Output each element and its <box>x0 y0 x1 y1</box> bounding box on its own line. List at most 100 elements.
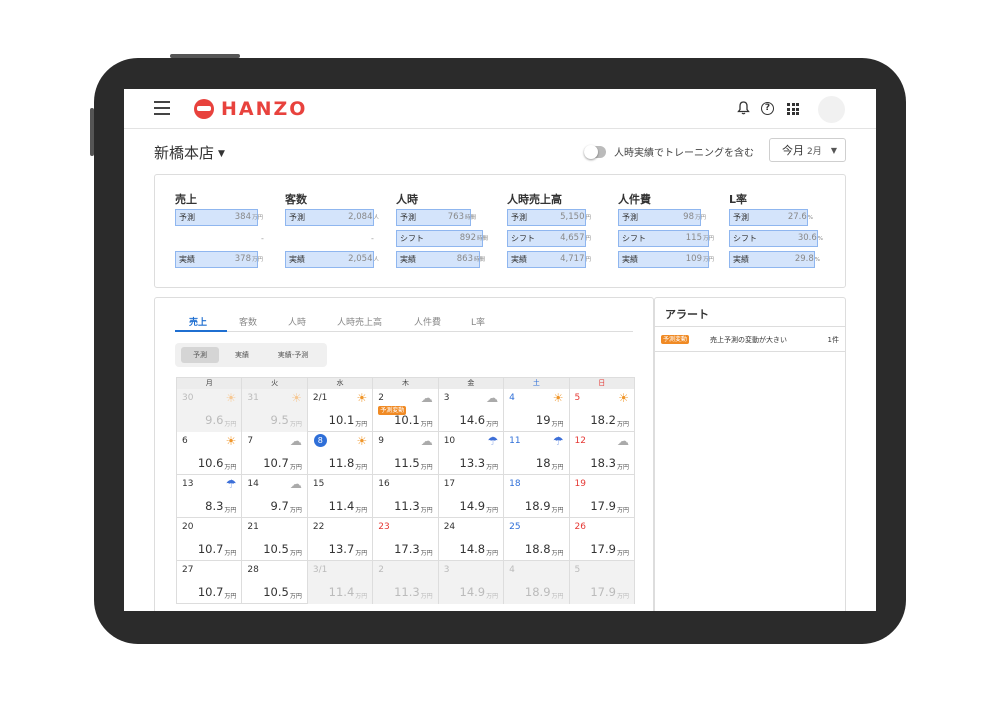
day-value: 10.1 <box>394 413 420 427</box>
calendar-day-cell[interactable]: 7 ☁ 10.7 万円 <box>242 432 308 475</box>
metric-bar-value: 115万円 <box>686 233 714 243</box>
segment-2[interactable]: 実績-予測 <box>265 347 321 363</box>
metric-bar-value: 2,054人 <box>348 254 379 264</box>
calendar-day-cell[interactable]: 4 18.9 万円 <box>504 561 570 604</box>
metric-row: - <box>175 228 280 249</box>
metric-bar-label: シフト <box>622 234 646 243</box>
day-value: 17.9 <box>590 499 616 513</box>
hamburger-menu-icon[interactable] <box>154 101 170 115</box>
metric-row: シフト 115万円 <box>618 228 723 249</box>
metric-bar-value: 2,084人 <box>348 212 379 222</box>
metric-bar-value: 30.6% <box>798 233 823 243</box>
day-number: 7 <box>247 436 254 446</box>
alert-card: アラート 予測変動 売上予測の変動が大きい 1件 <box>654 297 846 611</box>
calendar-day-cell[interactable]: 15 11.4 万円 <box>308 475 374 518</box>
calendar-day-cell[interactable]: 20 10.7 万円 <box>177 518 243 561</box>
tab-3[interactable]: 人時売上高 <box>337 315 382 328</box>
calendar-day-cell[interactable]: 13 ☂ 8.3 万円 <box>177 475 243 518</box>
avatar[interactable] <box>818 96 845 123</box>
calendar-weekday-header: 月火水木金土日 <box>177 378 635 389</box>
calendar-day-cell[interactable]: 14 ☁ 9.7 万円 <box>242 475 308 518</box>
day-value-unit: 万円 <box>551 507 564 514</box>
day-value-unit: 万円 <box>289 593 302 600</box>
metric-row: 実績 4,717円 <box>507 249 612 270</box>
calendar-day-cell[interactable]: 3 ☁ 14.6 万円 <box>439 389 505 432</box>
calendar-day-cell[interactable]: 31 ☀ 9.5 万円 <box>242 389 308 432</box>
cloud-icon: ☁ <box>420 434 433 448</box>
day-number: 30 <box>182 393 194 403</box>
day-number: 17 <box>443 479 456 489</box>
metric-title: 人件費 <box>618 193 651 206</box>
calendar-day-cell[interactable]: 24 14.8 万円 <box>439 518 505 561</box>
tab-5[interactable]: L率 <box>471 315 485 328</box>
calendar-day-cell[interactable]: 2 11.3 万円 <box>373 561 439 604</box>
weekday-label: 木 <box>373 378 439 389</box>
calendar-day-cell[interactable]: 4 ☀ 19 万円 <box>504 389 570 432</box>
calendar-day-cell[interactable]: 28 10.5 万円 <box>242 561 308 604</box>
tab-2[interactable]: 人時 <box>288 315 306 328</box>
calendar-day-cell[interactable]: 21 10.5 万円 <box>242 518 308 561</box>
calendar-day-cell[interactable]: 2 ☁ 予測変動 10.1 万円 <box>373 389 439 432</box>
day-value: 17.3 <box>394 542 420 556</box>
metric-value-unit: 円 <box>585 257 591 263</box>
app-logo[interactable]: HANZO <box>194 97 307 121</box>
calendar-day-cell[interactable]: 3 14.9 万円 <box>438 561 505 604</box>
segment-0[interactable]: 予測 <box>181 347 219 363</box>
calendar-day-cell[interactable]: 25 18.8 万円 <box>504 518 570 561</box>
sun-icon: ☀ <box>291 391 302 405</box>
calendar-day-cell[interactable]: 27 10.7 万円 <box>177 561 243 604</box>
calendar-day-cell[interactable]: 9 ☁ 11.5 万円 <box>373 432 439 475</box>
apps-grid-icon[interactable] <box>787 103 799 115</box>
calendar-day-cell[interactable]: 10 ☂ 13.3 万円 <box>439 432 505 475</box>
calendar: 月火水木金土日 30 ☀ 9.6 万円 31 ☀ 9.5 万円 2/1 ☀ 10.1 万円 2 ☁ 予測変動 1… <box>176 377 635 604</box>
segment-1[interactable]: 実績 <box>223 347 261 363</box>
day-number: 31 <box>247 393 259 403</box>
metric-value-unit: 時間 <box>464 215 476 221</box>
alert-item[interactable]: 予測変動 売上予測の変動が大きい 1件 <box>655 327 845 352</box>
tab-4[interactable]: 人件費 <box>414 315 441 328</box>
app-screen: HANZO ? 新橋本店 ▼ 人時実績でトレーニングを含む 今月 2月 ▼ 売上予… <box>124 89 876 611</box>
tab-1[interactable]: 客数 <box>239 315 257 328</box>
calendar-day-cell[interactable]: 22 13.7 万円 <box>308 518 374 561</box>
day-value: 10.7 <box>197 585 224 599</box>
metric-value-unit: % <box>817 236 823 242</box>
day-number: 18 <box>509 479 521 489</box>
bell-icon[interactable] <box>735 101 751 117</box>
calendar-day-cell[interactable]: 3/1 11.4 万円 <box>307 561 374 604</box>
metric-value-number: 30.6 <box>797 233 817 243</box>
calendar-day-cell[interactable]: 30 ☀ 9.6 万円 <box>177 389 243 432</box>
calendar-day-cell[interactable]: 8 ☀ 11.8 万円 <box>308 432 374 475</box>
day-number: 15 <box>312 479 325 489</box>
alert-title: アラート <box>665 308 709 321</box>
calendar-day-cell[interactable]: 5 17.9 万円 <box>569 561 635 604</box>
cloud-icon: ☁ <box>420 391 433 405</box>
help-icon[interactable]: ? <box>761 102 774 115</box>
metric-value-unit: 万円 <box>251 257 263 263</box>
calendar-day-cell[interactable]: 11 ☂ 18 万円 <box>504 432 570 475</box>
day-value: 18.9 <box>524 585 551 599</box>
calendar-day-cell[interactable]: 12 ☁ 18.3 万円 <box>570 432 635 475</box>
calendar-day-cell[interactable]: 2/1 ☀ 10.1 万円 <box>308 389 374 432</box>
training-toggle[interactable] <box>584 144 606 159</box>
calendar-day-cell[interactable]: 17 14.9 万円 <box>439 475 505 518</box>
day-value-unit: 万円 <box>420 507 433 514</box>
store-selector[interactable]: 新橋本店 ▼ <box>154 142 225 163</box>
tab-0[interactable]: 売上 <box>189 315 207 328</box>
metric-row: - <box>285 228 390 249</box>
metric-row: 実績 863時間 <box>396 249 501 270</box>
calendar-day-cell[interactable]: 6 ☀ 10.6 万円 <box>177 432 243 475</box>
calendar-day-cell[interactable]: 19 17.9 万円 <box>570 475 635 518</box>
calendar-day-cell[interactable]: 26 17.9 万円 <box>570 518 635 561</box>
day-value-unit: 万円 <box>355 550 368 557</box>
calendar-day-cell[interactable]: 16 11.3 万円 <box>373 475 439 518</box>
day-number: 4 <box>509 565 515 575</box>
calendar-day-cell[interactable]: 23 17.3 万円 <box>373 518 439 561</box>
metric-value-number: 27.6 <box>787 212 807 222</box>
calendar-day-cell[interactable]: 5 ☀ 18.2 万円 <box>570 389 635 432</box>
calendar-week-row: 13 ☂ 8.3 万円 14 ☁ 9.7 万円 15 11.4 万円 16 11.3 万円 17 14.9 万円… <box>177 475 635 518</box>
metric-value-unit: 万円 <box>694 215 706 221</box>
metric-bar-label: シフト <box>733 234 757 243</box>
calendar-day-cell[interactable]: 18 18.9 万円 <box>504 475 570 518</box>
day-value: 11.8 <box>328 456 355 470</box>
month-select[interactable]: 今月 2月 ▼ <box>769 138 846 162</box>
